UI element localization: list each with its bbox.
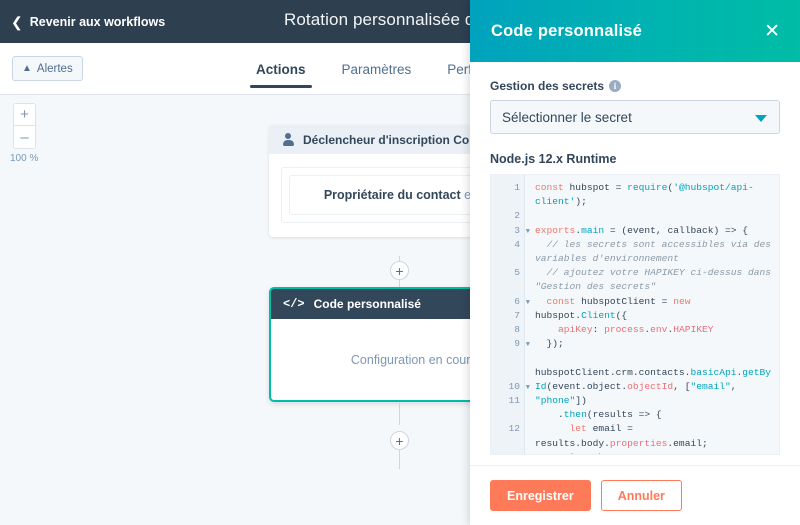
back-to-workflows-link[interactable]: ❮ Revenir aux workflows: [11, 15, 165, 29]
line-number-wrap: [491, 252, 524, 266]
workflow-editor-screen: ❮ Revenir aux workflows Rotation personn…: [0, 0, 800, 525]
panel-title: Code personnalisé: [491, 21, 643, 40]
line-number: 10 ▼: [508, 380, 530, 392]
connector-line-4: [399, 450, 400, 469]
connector-line-3: [399, 403, 400, 425]
line-number-wrap: [491, 408, 524, 422]
alerts-button[interactable]: ▲ Alertes: [12, 56, 83, 81]
editor-code-area[interactable]: const hubspot = require('@hubspot/api-cl…: [525, 175, 779, 454]
alerts-label: Alertes: [36, 62, 73, 75]
back-to-workflows-label: Revenir aux workflows: [29, 14, 166, 29]
panel-body: Gestion des secrets i Sélectionner le se…: [470, 62, 800, 465]
chevron-left-icon: ❮: [11, 13, 23, 30]
line-number: 8: [514, 324, 520, 336]
tab-parametres[interactable]: Paramètres: [324, 43, 430, 95]
tab-actions[interactable]: Actions: [238, 43, 324, 95]
secret-select-value: Sélectionner le secret: [502, 109, 632, 125]
panel-footer: Enregistrer Annuler: [470, 465, 800, 525]
chevron-down-icon: [755, 115, 767, 122]
line-number: 7: [514, 309, 520, 321]
code-brackets-icon: </>: [283, 297, 305, 311]
close-x-icon[interactable]: ✕: [764, 22, 780, 41]
contact-person-icon: [282, 133, 294, 146]
warning-triangle-icon: ▲: [22, 62, 32, 74]
tab-parametres-label: Paramètres: [341, 61, 412, 77]
runtime-label: Node.js 12.x Runtime: [490, 152, 617, 166]
panel-header: Code personnalisé ✕: [470, 0, 800, 62]
line-number: 9 ▼: [514, 338, 530, 350]
cancel-button[interactable]: Annuler: [600, 480, 682, 511]
custom-code-panel: Code personnalisé ✕ Gestion des secrets …: [470, 0, 800, 525]
trigger-node-title: Déclencheur d'inscription Contact: [303, 132, 498, 147]
line-number: 12: [508, 423, 520, 435]
line-number-wrap: [491, 351, 524, 365]
info-icon[interactable]: i: [609, 80, 622, 92]
line-number-wrap: [491, 280, 524, 294]
add-step-button-1[interactable]: +: [390, 261, 409, 280]
line-number: 4: [514, 238, 520, 250]
secret-select[interactable]: Sélectionner le secret: [490, 100, 780, 134]
secrets-label-text: Gestion des secrets: [490, 79, 605, 93]
zoom-out-button[interactable]: –: [14, 126, 35, 148]
add-step-button-2[interactable]: +: [390, 431, 409, 450]
line-number-wrap: [491, 366, 524, 380]
workflow-title: Rotation personnalisée des: [284, 10, 493, 29]
zoom-controls: + –: [13, 103, 36, 149]
save-button[interactable]: Enregistrer: [490, 480, 591, 511]
code-editor[interactable]: 1 2 3 ▼ 4 5 6 ▼ 7 8 9 ▼ 10 ▼ 11 12 const…: [490, 174, 780, 455]
line-number: 3 ▼: [514, 224, 530, 236]
tab-actions-label: Actions: [256, 61, 306, 77]
editor-line-number-gutter: 1 2 3 ▼ 4 5 6 ▼ 7 8 9 ▼ 10 ▼ 11 12: [491, 175, 530, 454]
line-number-wrap: [491, 195, 524, 209]
line-number: 5: [514, 267, 520, 279]
zoom-level-label: 100 %: [10, 153, 39, 164]
zoom-in-button[interactable]: +: [14, 104, 35, 126]
trigger-condition-property: Propriétaire du contact: [323, 188, 461, 202]
secrets-field-label: Gestion des secrets i: [490, 79, 780, 93]
line-number: 11: [508, 395, 520, 407]
line-number: 6 ▼: [514, 295, 530, 307]
custom-code-node-title: Code personnalisé: [313, 297, 421, 311]
line-number: 1: [514, 182, 520, 193]
line-number: 2: [514, 210, 520, 222]
line-number-wrap: [491, 437, 524, 451]
